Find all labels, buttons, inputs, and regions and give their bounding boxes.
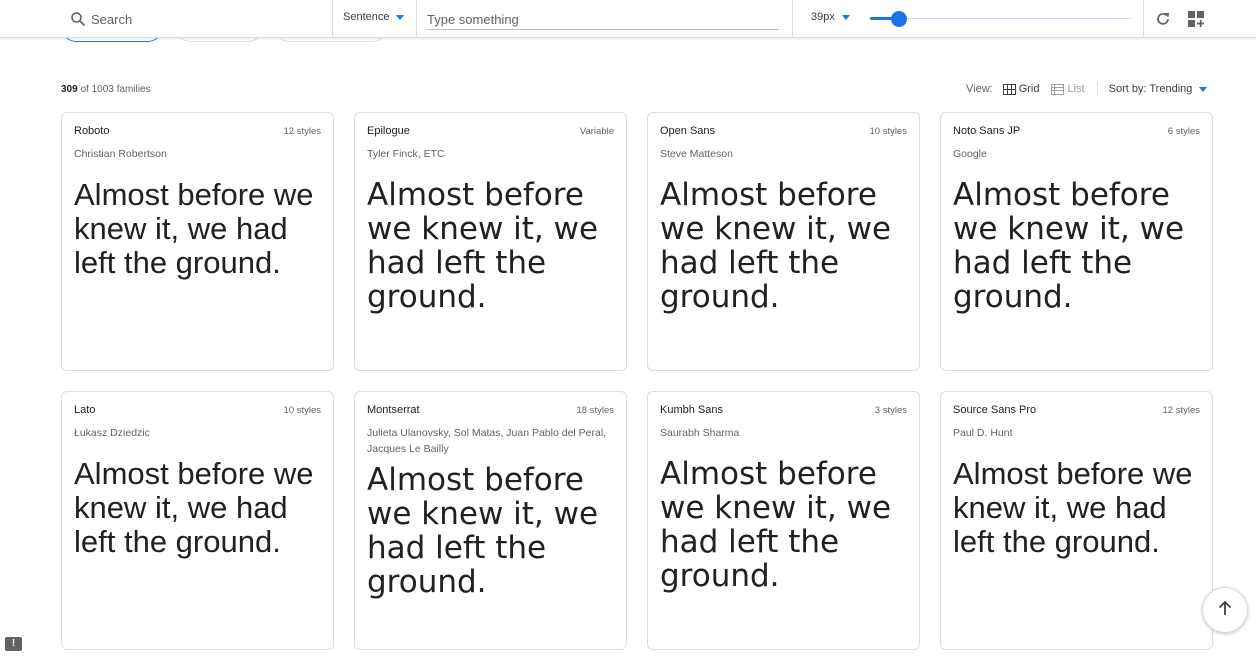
toolbar-divider — [332, 0, 333, 38]
list-icon — [1051, 83, 1065, 95]
font-size-slider[interactable] — [870, 10, 1132, 28]
view-controls: View: Grid List Sort by: Trending — [966, 82, 1208, 96]
font-author: Saurabh Sharma — [660, 427, 740, 439]
font-author: Christian Robertson — [74, 148, 167, 160]
search-label: Search — [91, 11, 133, 27]
font-card[interactable]: Epilogue Variable Tyler Finck, ETC Almost… — [354, 112, 627, 371]
toolbar-divider — [416, 0, 417, 38]
font-sample-text: Almost before we knew it, we had left th… — [660, 177, 892, 315]
search-icon — [70, 11, 86, 27]
toolbar: Search Sentence 39px — [0, 0, 1256, 38]
slider-track — [870, 18, 1132, 19]
font-card[interactable]: Kumbh Sans 3 styles Saurabh Sharma Almost… — [647, 391, 920, 650]
font-sample-text: Almost before we knew it, we had left th… — [74, 456, 314, 559]
font-name: Epilogue — [367, 125, 410, 137]
font-styles-count: Variable — [579, 126, 614, 137]
font-card[interactable]: Lato 10 styles Łukasz Dziedzic Almost bef… — [61, 391, 334, 650]
back-to-top-button[interactable] — [1202, 587, 1248, 633]
font-card[interactable]: Noto Sans JP 6 styles Google Almost befor… — [940, 112, 1213, 371]
font-name: Noto Sans JP — [953, 125, 1021, 137]
toolbar-divider — [1143, 0, 1144, 38]
view-grid-label: Grid — [1018, 83, 1040, 95]
font-card[interactable]: Source Sans Pro 12 styles Paul D. Hunt Al… — [940, 391, 1213, 650]
font-name: Lato — [74, 404, 96, 416]
font-author: Tyler Finck, ETC — [367, 148, 445, 160]
font-styles-count: 3 styles — [874, 405, 907, 416]
font-author: Steve Matteson — [660, 148, 733, 160]
view-divider — [1096, 82, 1098, 96]
font-styles-count: 6 styles — [1167, 126, 1200, 137]
font-styles-count: 12 styles — [283, 126, 322, 137]
font-name: Kumbh Sans — [660, 404, 723, 416]
font-sample-text: Almost before we knew it, we had left th… — [953, 177, 1185, 315]
font-author: Łukasz Dziedzic — [74, 427, 150, 439]
font-author: Julieta Ulanovsky, Sol Matas, Juan Pablo… — [367, 427, 607, 455]
preview-mode-value: Sentence — [343, 11, 390, 23]
font-name: Roboto — [74, 125, 110, 137]
font-name: Source Sans Pro — [953, 404, 1037, 416]
sort-select[interactable]: Sort by: Trending — [1109, 83, 1208, 95]
font-name: Open Sans — [660, 125, 716, 137]
search-box[interactable]: Search — [70, 10, 132, 28]
preview-text-input[interactable] — [427, 9, 779, 30]
feedback-icon[interactable]: ! — [5, 637, 22, 651]
view-list-label: List — [1067, 83, 1085, 95]
font-styles-count: 10 styles — [869, 126, 908, 137]
font-size-select[interactable]: 39px — [811, 11, 850, 23]
font-sample-text: Almost before we knew it, we had left th… — [953, 456, 1193, 559]
font-name: Montserrat — [367, 404, 420, 416]
font-sample-text: Almost before we knew it, we had left th… — [367, 462, 599, 600]
view-label: View: — [966, 83, 993, 95]
font-author: Paul D. Hunt — [953, 427, 1013, 439]
results-shown: 309 — [61, 84, 78, 95]
arrow-up-icon — [1216, 599, 1234, 622]
font-styles-count: 10 styles — [283, 405, 322, 416]
toolbar-divider — [792, 0, 793, 38]
view-list-button[interactable]: List — [1051, 83, 1085, 95]
font-styles-count: 12 styles — [1162, 405, 1201, 416]
font-styles-count: 18 styles — [576, 405, 615, 416]
font-card[interactable]: Open Sans 10 styles Steve Matteson Almost… — [647, 112, 920, 371]
chevron-down-icon — [1199, 86, 1208, 92]
refresh-icon[interactable] — [1154, 10, 1172, 28]
font-sample-text: Almost before we knew it, we had left th… — [660, 456, 892, 594]
font-author: Google — [953, 148, 987, 160]
chevron-down-icon — [396, 14, 405, 20]
results-count: 309 of 1003 families — [61, 84, 151, 95]
slider-thumb[interactable] — [890, 11, 907, 27]
grid-add-icon[interactable] — [1187, 10, 1205, 28]
results-total: of 1003 families — [80, 84, 151, 95]
sort-label: Sort by: Trending — [1108, 83, 1193, 95]
font-sample-text: Almost before we knew it, we had left th… — [367, 177, 599, 315]
font-card-grid: Roboto 12 styles Christian Robertson Almo… — [61, 112, 1213, 650]
font-card[interactable]: Montserrat 18 styles Julieta Ulanovsky, S… — [354, 391, 627, 650]
font-card[interactable]: Roboto 12 styles Christian Robertson Almo… — [61, 112, 334, 371]
grid-icon — [1002, 83, 1016, 95]
font-size-value: 39px — [811, 11, 835, 23]
chevron-down-icon — [841, 14, 850, 20]
view-grid-button[interactable]: Grid — [1002, 83, 1040, 95]
font-sample-text: Almost before we knew it, we had left th… — [74, 177, 314, 280]
preview-mode-select[interactable]: Sentence — [343, 11, 405, 23]
